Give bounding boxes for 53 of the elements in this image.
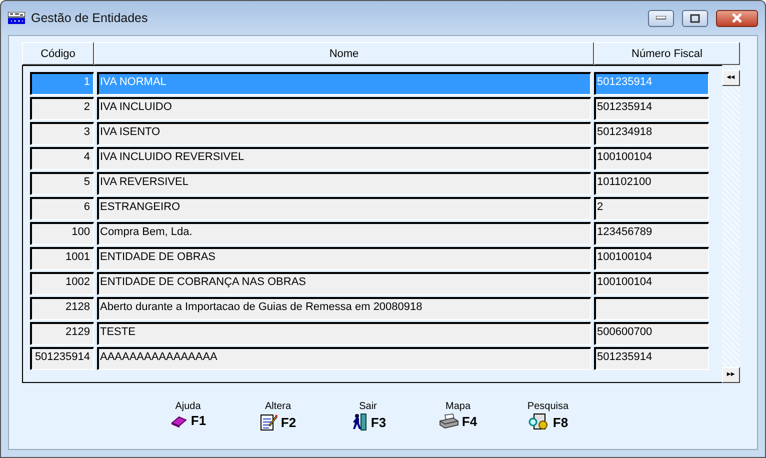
function-key-button[interactable]: Mapa F4 [428, 401, 488, 431]
table-cell[interactable]: Compra Bem, Lda. [97, 222, 591, 245]
table-cell[interactable]: ENTIDADE DE OBRAS [97, 247, 591, 270]
app-icon [8, 12, 25, 24]
window-title: Gestão de Entidades [31, 11, 149, 25]
table-cell[interactable]: IVA REVERSIVEL [97, 172, 591, 195]
table-cell[interactable]: TESTE [97, 322, 591, 345]
table-cell[interactable]: IVA INCLUIDO REVERSIVEL [97, 147, 591, 170]
table-cell[interactable]: 101102100 [594, 172, 709, 195]
table-cell[interactable]: 1001 [30, 247, 94, 270]
table-cell[interactable]: AAAAAAAAAAAAAAAA [97, 347, 591, 370]
close-icon [731, 13, 743, 23]
table-cell[interactable]: 4 [30, 147, 94, 170]
function-key-button[interactable]: Ajuda F1 [158, 401, 218, 431]
table-cell[interactable]: 500600700 [594, 322, 709, 345]
search-icon [528, 413, 550, 431]
function-key-button[interactable]: Pesquisa F8 [518, 401, 578, 431]
table-cell[interactable]: 2 [594, 197, 709, 220]
table-cell[interactable]: 501235914 [594, 97, 709, 120]
table-cell[interactable]: 2 [30, 97, 94, 120]
printer-icon [438, 413, 459, 429]
table-cell[interactable]: 100 [30, 222, 94, 245]
table-cell[interactable]: 1002 [30, 272, 94, 295]
table-cell[interactable]: ENTIDADE DE COBRANÇA NAS OBRAS [97, 272, 591, 295]
table-cell[interactable]: 2129 [30, 322, 94, 345]
notepad-pencil-icon [260, 413, 278, 431]
table-cell[interactable]: 100100104 [594, 247, 709, 270]
table-cell[interactable]: 3 [30, 122, 94, 145]
table-cell[interactable]: 501234918 [594, 122, 709, 145]
table-cell[interactable]: 501235914 [30, 347, 94, 370]
function-key-button[interactable]: Altera F2 [248, 401, 308, 431]
table-cell[interactable]: Aberto durante a Importacao de Guias de Remessa em 20080918 [97, 297, 591, 320]
table-cell[interactable]: 501235914 [594, 347, 709, 370]
maximize-button[interactable] [682, 10, 708, 26]
minimize-button[interactable] [648, 10, 674, 26]
table-cell[interactable]: 123456789 [594, 222, 709, 245]
table-cell[interactable]: IVA INCLUIDO [97, 97, 591, 120]
maximize-icon [690, 14, 700, 22]
table-cell[interactable]: IVA ISENTO [97, 122, 591, 145]
column-header[interactable]: Número Fiscal [594, 42, 740, 65]
table-cell[interactable]: 5 [30, 172, 94, 195]
table-cell[interactable]: 100100104 [594, 147, 709, 170]
table-cell[interactable]: ESTRANGEIRO [97, 197, 591, 220]
function-key-button[interactable]: Sair F3 [338, 401, 398, 431]
minimize-icon [656, 16, 666, 20]
table-cell[interactable] [594, 297, 709, 320]
close-button[interactable] [716, 10, 758, 26]
table-cell[interactable]: 6 [30, 197, 94, 220]
column-header[interactable]: Nome [94, 42, 594, 65]
table-cell[interactable]: 2128 [30, 297, 94, 320]
column-header[interactable]: Código [22, 42, 94, 65]
book-icon [170, 414, 188, 428]
table-cell[interactable]: 100100104 [594, 272, 709, 295]
